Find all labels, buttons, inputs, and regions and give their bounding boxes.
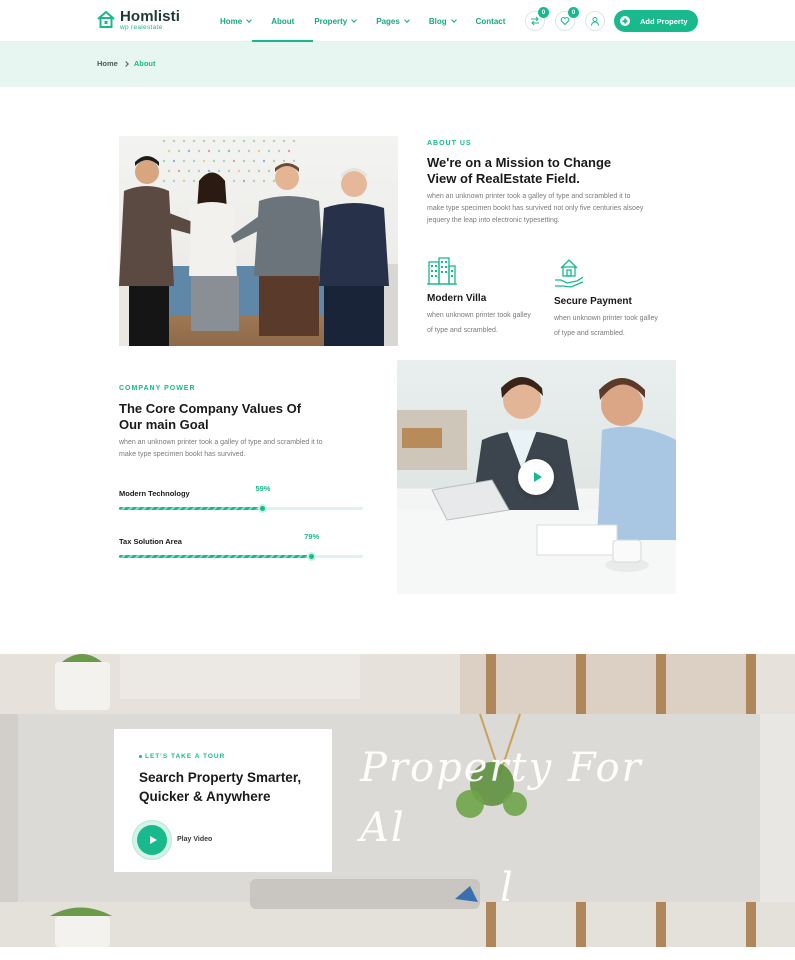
- heart-icon: [560, 17, 570, 26]
- house-logo-icon: [97, 10, 115, 28]
- chevron-down-icon: [403, 16, 410, 23]
- feature-modern-villa-desc: when unknown printer took galley of type…: [427, 312, 531, 334]
- office-meeting-photo: [397, 360, 676, 594]
- logo-title: Homlisti: [120, 8, 180, 25]
- compare-button[interactable]: 0: [525, 7, 549, 31]
- feature-modern-villa-title: Modern Villa: [427, 293, 487, 304]
- logo-subtitle: wp realestate: [120, 24, 163, 31]
- logo[interactable]: Homlisti wp realestate: [96, 9, 180, 32]
- add-property-button[interactable]: Add Property: [614, 10, 698, 32]
- company-eyebrow: COMPANY POWER: [119, 385, 196, 392]
- office-video-play-button[interactable]: [518, 459, 554, 495]
- wishlist-count-badge: 0: [568, 7, 579, 18]
- house-hand-icon: [555, 259, 584, 288]
- tour-title: Search Property Smarter, Quicker & Anywh…: [139, 770, 302, 804]
- bar-label-modern-technology: Modern Technology: [119, 489, 190, 498]
- progress-bar-tax-solution: [119, 552, 363, 561]
- progress-handle: [307, 552, 317, 561]
- tour-script-text: Property For Al l: [360, 745, 643, 911]
- plus-circle-icon: [620, 16, 630, 26]
- tour-play-button[interactable]: [137, 825, 167, 855]
- nav-about[interactable]: About: [252, 0, 314, 42]
- play-icon: [533, 472, 542, 482]
- chevron-down-icon: [246, 16, 253, 23]
- nav-blog[interactable]: Blog: [429, 0, 457, 42]
- bar-label-tax-solution: Tax Solution Area: [119, 537, 182, 546]
- building-icon: [427, 257, 457, 285]
- chevron-down-icon: [450, 16, 457, 23]
- feature-secure-payment-desc: when unknown printer took galley of type…: [554, 315, 658, 337]
- nav-contact[interactable]: Contact: [476, 0, 506, 42]
- chevron-right-icon: [123, 60, 129, 67]
- tour-card: LET'S TAKE A TOUR Search Property Smarte…: [114, 729, 332, 872]
- dot-icon: [139, 754, 142, 758]
- bar-percent-tax-solution: 79%: [304, 532, 320, 541]
- add-property-label: Add Property: [640, 16, 688, 26]
- site-header: Homlisti wp realestate Home About Proper…: [0, 0, 795, 42]
- team-meeting-illustration: [119, 139, 398, 346]
- nav-home[interactable]: Home: [220, 0, 253, 42]
- about-eyebrow: ABOUT US: [427, 140, 472, 147]
- user-icon: [591, 17, 599, 26]
- compare-icon: [531, 16, 539, 26]
- compare-count-badge: 0: [538, 7, 549, 18]
- tour-eyebrow: LET'S TAKE A TOUR: [139, 753, 225, 760]
- account-button[interactable]: [585, 11, 605, 31]
- company-paragraph: when an unknown printer took a galley of…: [119, 439, 323, 458]
- chevron-down-icon: [351, 16, 358, 23]
- breadcrumb: Home About: [97, 59, 156, 68]
- main-nav: Home About Property Pages Blog Contact: [220, 0, 525, 42]
- breadcrumb-current: About: [133, 59, 156, 68]
- bar-percent-modern-technology: 59%: [255, 484, 271, 493]
- play-icon: [149, 836, 157, 844]
- breadcrumb-home-link[interactable]: Home: [97, 59, 118, 68]
- progress-fill: [119, 555, 312, 558]
- about-paragraph: when an unknown printer took a galley of…: [427, 193, 644, 224]
- company-heading: The Core Company Values Of Our main Goal: [119, 401, 302, 432]
- progress-fill: [119, 507, 263, 510]
- feature-secure-payment-title: Secure Payment: [554, 296, 632, 307]
- wishlist-button[interactable]: 0: [555, 7, 579, 31]
- nav-pages[interactable]: Pages: [376, 0, 410, 42]
- about-heading: We're on a Mission to Change View of Rea…: [427, 155, 612, 186]
- team-meeting-photo: [119, 136, 398, 346]
- progress-handle: [258, 504, 268, 513]
- progress-bar-modern-technology: [119, 504, 363, 513]
- nav-property[interactable]: Property: [314, 0, 358, 42]
- play-video-link[interactable]: Play Video: [177, 836, 212, 843]
